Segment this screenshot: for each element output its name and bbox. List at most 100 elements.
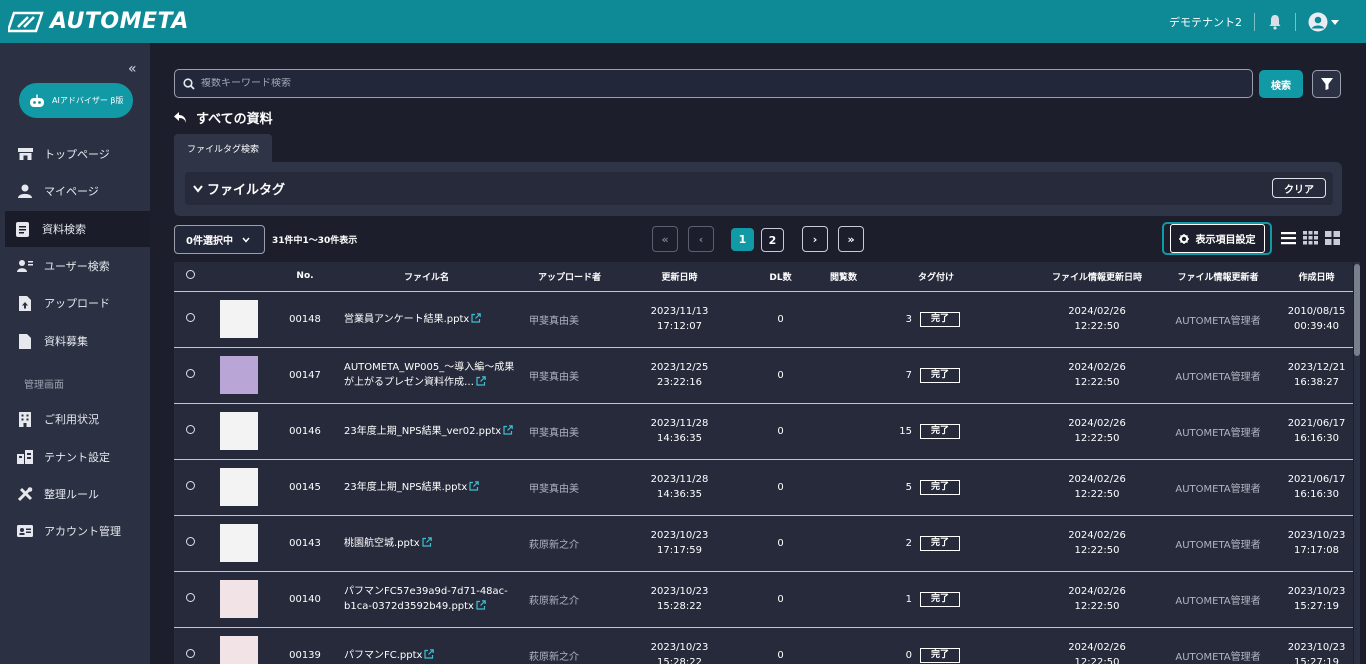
bell-icon[interactable] [1267, 14, 1283, 30]
row-checkbox[interactable] [185, 425, 195, 434]
column-header-info-updater[interactable]: ファイル情報更新者 [1160, 262, 1277, 292]
search-input[interactable] [201, 78, 1101, 89]
external-link-icon[interactable] [476, 600, 486, 610]
sidebar-item-tenant-settings[interactable]: テナント設定 [0, 439, 150, 475]
sidebar-item-user-search[interactable]: ユーザー検索 [0, 248, 150, 284]
table-row[interactable]: 00143 桃園航空城.pptx 萩原新之介 2023/10/23 17:17:59 0 2… [174, 515, 1353, 572]
row-checkbox-cell[interactable] [174, 347, 206, 404]
selection-dropdown[interactable]: 0件選択中 [174, 225, 265, 254]
row-checkbox[interactable] [185, 481, 195, 490]
column-header-created[interactable]: 作成日時 [1276, 262, 1353, 292]
table-row[interactable]: 00145 23年度上期_NPS結果.pptx 甲斐真由美 2023/11/28 14:… [174, 459, 1353, 516]
table-row[interactable]: 00147 AUTOMETA_WP005_〜導入編〜成果が上がるプレゼン資料作成…… [174, 347, 1353, 404]
account-menu[interactable] [1308, 12, 1340, 32]
display-settings-button[interactable]: 表示項目設定 [1162, 222, 1272, 255]
large-grid-view-icon[interactable] [1325, 231, 1340, 245]
file-name-cell[interactable]: 23年度上期_NPS結果_ver02.pptx [338, 403, 515, 460]
sidebar-item-my-page[interactable]: マイページ [0, 173, 150, 209]
file-tag-accordion[interactable]: ファイルタグ クリア [185, 172, 1333, 205]
external-link-icon[interactable] [476, 376, 486, 386]
column-header-no[interactable]: No. [272, 262, 338, 292]
file-thumbnail[interactable] [220, 636, 258, 664]
row-checkbox[interactable] [185, 313, 195, 322]
list-view-icon[interactable] [1281, 231, 1296, 245]
file-name-link[interactable]: 23年度上期_NPS結果_ver02.pptx [344, 426, 501, 437]
pagination-next[interactable]: › [802, 226, 828, 252]
back-link[interactable]: すべての資料 [174, 108, 273, 127]
file-thumbnail[interactable] [220, 580, 258, 618]
sidebar-item-usage[interactable]: ご利用状況 [0, 401, 150, 437]
row-checkbox-cell[interactable] [174, 459, 206, 516]
table-row[interactable]: 00139 パフマンFC.pptx 萩原新之介 2023/10/23 15:28:22 0… [174, 627, 1353, 664]
table-row[interactable]: 00148 営業員アンケート結果.pptx 甲斐真由美 2023/11/13 17:12… [174, 291, 1353, 348]
table-row[interactable]: 00146 23年度上期_NPS結果_ver02.pptx 甲斐真由美 2023/11… [174, 403, 1353, 460]
scrollbar-thumb[interactable] [1354, 264, 1360, 356]
column-header-info-updated[interactable]: ファイル情報更新日時 [1034, 262, 1161, 292]
thumbnail-cell[interactable] [206, 291, 272, 348]
file-name-link[interactable]: 23年度上期_NPS結果.pptx [344, 482, 467, 493]
external-link-icon[interactable] [422, 536, 432, 547]
thumbnail-cell[interactable] [206, 459, 272, 516]
file-thumbnail[interactable] [220, 524, 258, 562]
pagination-last[interactable]: » [838, 226, 864, 252]
column-header-uploader[interactable]: アップロード者 [515, 262, 624, 292]
tab-file-tag-search[interactable]: ファイルタグ検索 [174, 134, 272, 162]
sidebar-item-upload[interactable]: アップロード [0, 285, 150, 321]
row-checkbox-cell[interactable] [174, 403, 206, 460]
sidebar-item-organize-rules[interactable]: 整理ルール [0, 476, 150, 512]
pagination-page-1[interactable]: 1 [731, 228, 754, 251]
external-link-icon[interactable] [469, 480, 480, 491]
column-header-updated[interactable]: 更新日時 [624, 262, 735, 292]
file-thumbnail[interactable] [220, 356, 258, 394]
pagination-first[interactable]: « [652, 226, 678, 252]
row-checkbox[interactable] [185, 649, 195, 658]
file-name-cell[interactable]: パフマンFC57e39a9d-7d71-48ac-b1ca-0372d3592b… [338, 571, 515, 628]
sidebar-item-document-search[interactable]: 資料検索 [5, 211, 150, 247]
file-name-cell[interactable]: 営業員アンケート結果.pptx [338, 291, 515, 348]
sidebar-item-document-request[interactable]: 資料募集 [0, 323, 150, 359]
file-thumbnail[interactable] [220, 300, 258, 338]
external-link-icon[interactable] [471, 312, 482, 323]
file-thumbnail[interactable] [220, 468, 258, 506]
column-header-file-name[interactable]: ファイル名 [338, 262, 515, 292]
sidebar-collapse-button[interactable]: « [128, 61, 137, 77]
row-checkbox[interactable] [185, 537, 195, 546]
external-link-icon[interactable] [424, 648, 435, 659]
sidebar-item-account-management[interactable]: アカウント管理 [0, 513, 150, 549]
thumbnail-cell[interactable] [206, 515, 272, 572]
thumbnail-cell[interactable] [206, 627, 272, 664]
file-name-link[interactable]: 桃園航空城.pptx [344, 538, 420, 549]
pagination-prev[interactable]: ‹ [688, 226, 714, 252]
file-name-link[interactable]: AUTOMETA_WP005_〜導入編〜成果が上がるプレゼン資料作成… [344, 362, 514, 388]
app-logo[interactable]: AUTOMETA [8, 9, 189, 34]
file-name-cell[interactable]: AUTOMETA_WP005_〜導入編〜成果が上がるプレゼン資料作成… [338, 347, 515, 404]
file-name-link[interactable]: パフマンFC.pptx [344, 650, 422, 661]
sidebar-item-top-page[interactable]: トップページ [0, 136, 150, 172]
file-name-cell[interactable]: 桃園航空城.pptx [338, 515, 515, 572]
row-checkbox[interactable] [185, 593, 195, 602]
file-name-cell[interactable]: 23年度上期_NPS結果.pptx [338, 459, 515, 516]
thumbnail-cell[interactable] [206, 571, 272, 628]
table-row[interactable]: 00140 パフマンFC57e39a9d-7d71-48ac-b1ca-0372d… [174, 571, 1353, 628]
filter-button[interactable] [1312, 70, 1341, 98]
file-name-cell[interactable]: パフマンFC.pptx [338, 627, 515, 664]
pagination-page-2[interactable]: 2 [761, 228, 784, 252]
row-checkbox[interactable] [185, 369, 195, 378]
ai-advisor-button[interactable]: AIアドバイザー β版 [19, 83, 133, 118]
select-all-checkbox[interactable] [185, 270, 195, 280]
external-link-icon[interactable] [503, 424, 514, 435]
row-checkbox-cell[interactable] [174, 291, 206, 348]
row-checkbox-cell[interactable] [174, 515, 206, 572]
select-all-checkbox-cell[interactable] [174, 262, 206, 292]
file-thumbnail[interactable] [220, 412, 258, 450]
grid-view-icon[interactable] [1303, 231, 1318, 245]
thumbnail-cell[interactable] [206, 347, 272, 404]
row-checkbox-cell[interactable] [174, 571, 206, 628]
scrollbar[interactable] [1354, 262, 1360, 664]
column-header-downloads[interactable]: DL数 [735, 262, 826, 292]
column-header-tagging[interactable]: タグ付け [918, 262, 1035, 292]
thumbnail-cell[interactable] [206, 403, 272, 460]
clear-button[interactable]: クリア [1272, 178, 1326, 198]
tenant-name[interactable]: デモテナント2 [1169, 14, 1242, 30]
search-button[interactable]: 検索 [1259, 70, 1303, 98]
